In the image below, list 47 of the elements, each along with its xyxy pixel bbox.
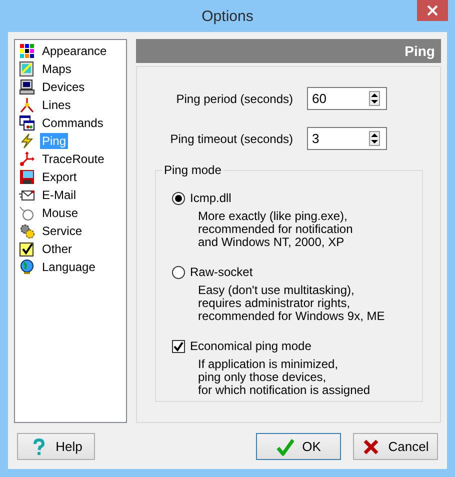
radio-button[interactable] (172, 266, 185, 278)
option-label[interactable]: Icmp.dll (190, 191, 232, 205)
close-icon (427, 5, 438, 16)
option-label[interactable]: Economical ping mode (190, 339, 312, 353)
category-item[interactable]: Language (40, 259, 98, 275)
checkbox[interactable] (172, 340, 185, 352)
check-icon (276, 438, 294, 456)
radio-button[interactable] (172, 192, 185, 204)
option-description: More exactly (like ping.exe), recommended for notification and Windows NT, 2000, XP (198, 210, 354, 249)
section-title: Ping (404, 43, 435, 59)
close-button[interactable] (417, 0, 448, 21)
window-icon (19, 115, 35, 131)
group-title: Ping mode (162, 163, 224, 177)
spin-arrows-icon[interactable] (369, 91, 380, 106)
category-item[interactable]: Commands (40, 115, 106, 131)
category-item[interactable]: Mouse (40, 205, 80, 221)
grid-icon (19, 43, 35, 59)
category-item[interactable]: Lines (40, 97, 73, 113)
map-icon (19, 61, 35, 77)
cross-icon (362, 438, 380, 456)
checklist-icon (19, 241, 35, 257)
option-description: Easy (don't use multitasking), requires administrator rights, recommended for Windows 9x, ME (198, 284, 386, 323)
ok-button[interactable]: OK (256, 433, 341, 460)
lightning-icon (19, 133, 35, 149)
option-label[interactable]: Raw-socket (190, 265, 253, 279)
spin-field[interactable]: 60 (307, 87, 387, 110)
category-item[interactable]: Other (40, 241, 74, 257)
field-label: Ping period (seconds) (176, 92, 293, 106)
category-item[interactable]: TraceRoute (40, 151, 106, 167)
category-item[interactable]: Service (40, 223, 84, 239)
floppy-icon (19, 169, 35, 185)
spin-arrows-icon[interactable] (369, 131, 380, 146)
arrows-icon (19, 151, 35, 167)
window-title: Options (202, 7, 254, 25)
spin-field[interactable]: 3 (307, 127, 387, 150)
option-description: If application is minimized, ping only those devices, for which notification is assigned (198, 358, 372, 397)
computer-icon (19, 79, 35, 95)
cancel-button[interactable]: Cancel (353, 433, 438, 460)
field-label: Ping timeout (seconds) (170, 132, 293, 146)
node-icon (19, 97, 35, 113)
category-item[interactable]: Maps (40, 61, 74, 77)
category-item[interactable]: Export (40, 169, 79, 185)
category-item[interactable]: Devices (40, 79, 87, 95)
category-item[interactable]: Appearance (40, 43, 109, 59)
help-button[interactable]: Help (17, 433, 95, 460)
globe-icon (19, 259, 35, 275)
category-item[interactable]: E-Mail (40, 187, 78, 203)
